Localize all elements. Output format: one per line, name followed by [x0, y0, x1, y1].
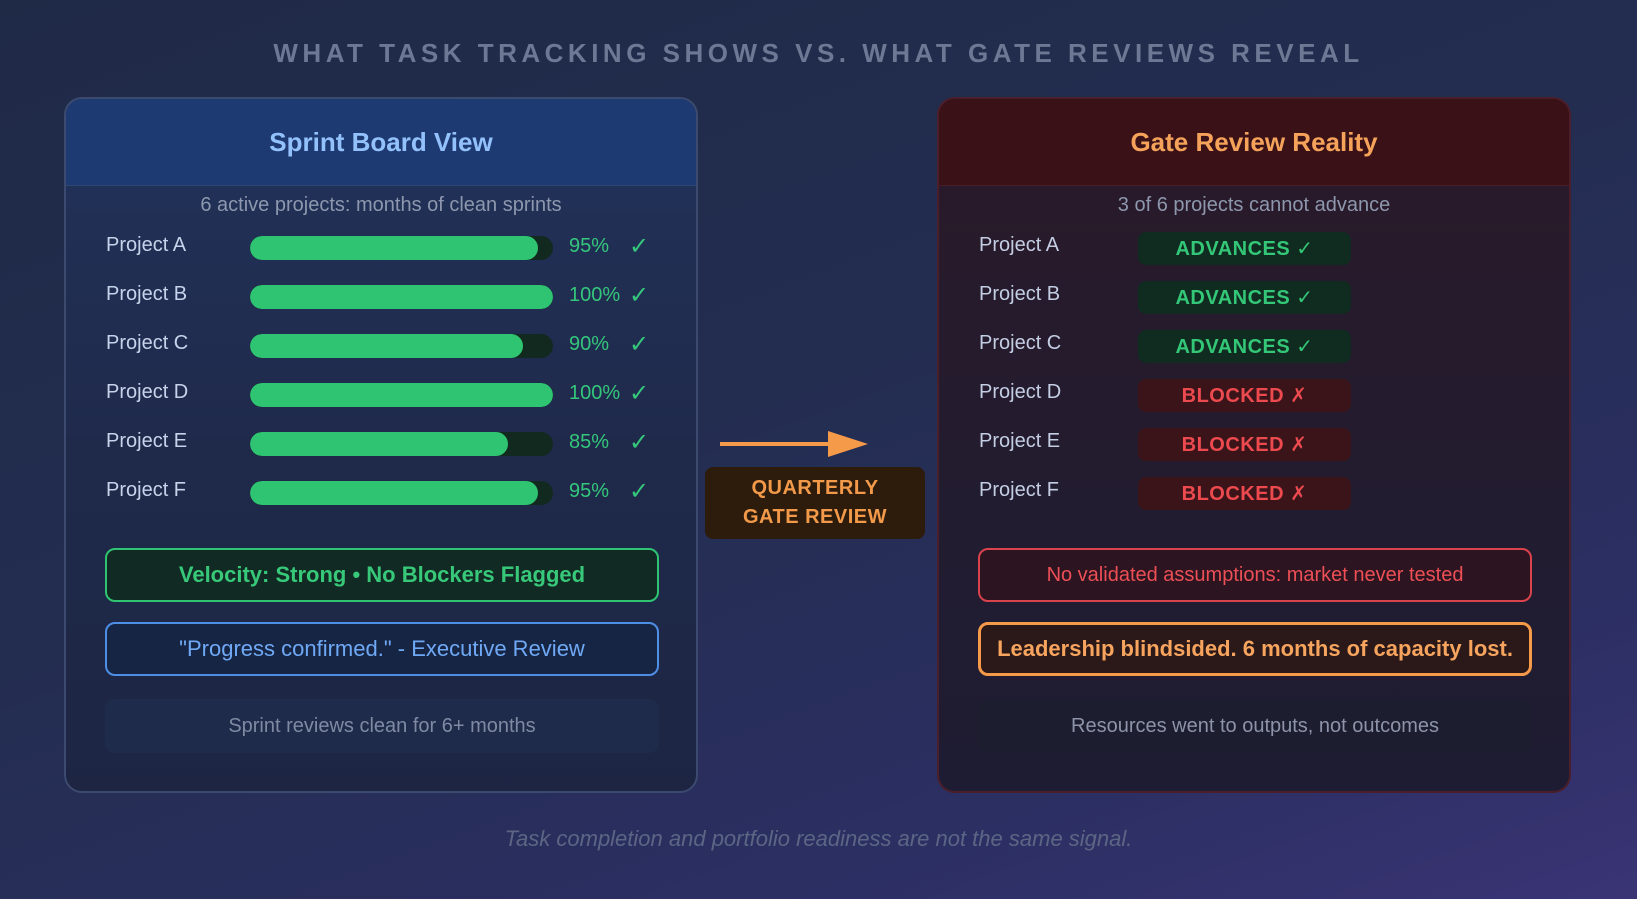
progress-bar-fill	[250, 285, 553, 309]
leadership-callout: Leadership blindsided. 6 months of capac…	[978, 622, 1532, 676]
project-name: Project C	[106, 332, 189, 354]
progress-bar-fill	[250, 236, 538, 260]
sprint-project-row: Project D 100% ✓	[66, 379, 696, 409]
gate-project-row: Project B ADVANCES ✓	[939, 281, 1569, 314]
blocked-badge: BLOCKED ✗	[1138, 477, 1351, 510]
progress-percent: 95%	[569, 480, 610, 502]
sprint-note: Sprint reviews clean for 6+ months	[105, 699, 659, 753]
advances-badge: ADVANCES ✓	[1138, 232, 1351, 265]
sprint-board-subtitle: 6 active projects: months of clean sprin…	[200, 194, 562, 216]
gate-note: Resources went to outputs, not outcomes	[978, 699, 1532, 753]
sprint-project-row: Project A 95% ✓	[66, 232, 696, 262]
project-name: Project B	[106, 283, 188, 305]
checkmark-icon: ✓	[629, 282, 650, 309]
gate-project-row: Project A ADVANCES ✓	[939, 232, 1569, 265]
progress-percent: 95%	[569, 235, 610, 257]
sprint-board-title: Sprint Board View	[66, 99, 696, 186]
advances-badge: ADVANCES ✓	[1138, 281, 1351, 314]
gate-label-line2: GATE REVIEW	[742, 506, 888, 528]
project-name: Project D	[979, 381, 1062, 403]
footer-caption: Task completion and portfolio readiness …	[504, 826, 1133, 851]
blocked-badge: BLOCKED ✗	[1138, 428, 1351, 461]
project-name: Project A	[106, 234, 187, 256]
project-name: Project C	[979, 332, 1062, 354]
project-name: Project A	[979, 234, 1060, 256]
sprint-project-row: Project E 85% ✓	[66, 428, 696, 458]
progress-bar	[250, 432, 553, 456]
project-name: Project F	[979, 479, 1060, 501]
sprint-project-row: Project B 100% ✓	[66, 281, 696, 311]
sprint-project-row: Project C 90% ✓	[66, 330, 696, 360]
advances-badge: ADVANCES ✓	[1138, 330, 1351, 363]
progress-bar	[250, 334, 553, 358]
progress-bar	[250, 481, 553, 505]
progress-percent: 100%	[569, 382, 621, 404]
checkmark-icon: ✓	[629, 233, 650, 260]
gate-review-panel: Gate Review Reality 3 of 6 projects cann…	[937, 97, 1571, 793]
executive-quote: "Progress confirmed." - Executive Review	[105, 622, 659, 676]
progress-bar-fill	[250, 432, 508, 456]
gate-project-row: Project C ADVANCES ✓	[939, 330, 1569, 363]
quarterly-gate-review-label: QUARTERLY GATE REVIEW	[705, 467, 925, 539]
progress-percent: 90%	[569, 333, 610, 355]
gate-review-title: Gate Review Reality	[939, 99, 1569, 186]
project-name: Project F	[106, 479, 187, 501]
progress-bar	[250, 285, 553, 309]
project-name: Project E	[979, 430, 1061, 452]
gate-project-row: Project D BLOCKED ✗	[939, 379, 1569, 412]
project-name: Project B	[979, 283, 1061, 305]
gate-project-row: Project F BLOCKED ✗	[939, 477, 1569, 510]
gate-project-row: Project E BLOCKED ✗	[939, 428, 1569, 461]
page-title: WHAT TASK TRACKING SHOWS VS. WHAT GATE R…	[273, 38, 1364, 68]
project-name: Project E	[106, 430, 188, 452]
sprint-board-panel: Sprint Board View 6 active projects: mon…	[64, 97, 698, 793]
velocity-banner: Velocity: Strong • No Blockers Flagged	[105, 548, 659, 602]
project-name: Project D	[106, 381, 189, 403]
sprint-project-row: Project F 95% ✓	[66, 477, 696, 507]
right-arrow-icon	[720, 431, 868, 457]
assumptions-warning: No validated assumptions: market never t…	[978, 548, 1532, 602]
blocked-badge: BLOCKED ✗	[1138, 379, 1351, 412]
progress-bar-fill	[250, 334, 523, 358]
progress-bar-fill	[250, 383, 553, 407]
progress-percent: 100%	[569, 284, 621, 306]
checkmark-icon: ✓	[629, 478, 650, 505]
progress-bar	[250, 236, 553, 260]
progress-bar-fill	[250, 481, 538, 505]
checkmark-icon: ✓	[629, 331, 650, 358]
gate-label-line1: QUARTERLY	[751, 477, 879, 499]
progress-percent: 85%	[569, 431, 610, 453]
checkmark-icon: ✓	[629, 429, 650, 456]
progress-bar	[250, 383, 553, 407]
gate-review-subtitle: 3 of 6 projects cannot advance	[1117, 194, 1391, 216]
checkmark-icon: ✓	[629, 380, 650, 407]
